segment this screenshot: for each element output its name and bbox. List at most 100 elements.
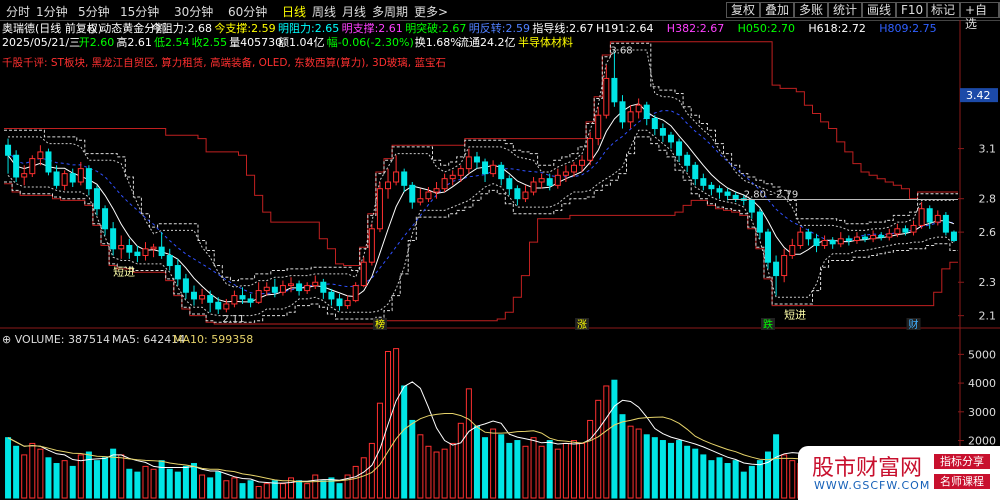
candle-body: [385, 181, 392, 190]
candle-body: [579, 159, 586, 166]
volume-bar: [579, 442, 586, 499]
candle-body: [473, 156, 480, 163]
candle-body: [102, 208, 109, 230]
candle-body: [53, 171, 60, 186]
volume-bar: [562, 442, 569, 499]
volume-bar: [69, 465, 76, 499]
volume-bar: [417, 434, 424, 499]
candle-body: [166, 255, 173, 267]
volume-bar: [53, 463, 60, 499]
volume-ma10: MA10: 599358: [173, 333, 253, 346]
candle-body: [756, 211, 763, 233]
volume-bar: [263, 483, 270, 499]
candle-body: [845, 238, 852, 241]
candle-body: [263, 286, 270, 292]
candle-body: [514, 188, 521, 200]
candle-body: [724, 191, 731, 196]
band-lower-inner: [7, 129, 955, 317]
candle-body: [530, 181, 537, 193]
price-tick-label-1: 2.3: [979, 276, 997, 289]
volume-bar: [659, 440, 666, 499]
volume-bar: [506, 442, 513, 499]
kline-chart[interactable]: 奥瑞德(日线 前复权)◎ 动态黄金分割今阻力:2.68 今支撑:2.59 明阻力:2…: [0, 0, 1000, 500]
candle-body: [360, 261, 367, 287]
watermark-logo: 股市财富网 WWW.GSCFW.COM 指标分享 名师课程: [798, 446, 1000, 500]
volume-bar: [110, 448, 117, 499]
candle-body: [199, 295, 206, 300]
volume-bar: [522, 445, 529, 499]
candle-body: [676, 141, 683, 156]
candle-body: [554, 174, 561, 186]
candle-body: [942, 214, 949, 233]
quote-item-8: 换1.68%: [415, 35, 461, 49]
candle-body: [821, 239, 828, 246]
candle-body: [886, 233, 893, 238]
volume-bar: [789, 460, 796, 499]
candle-body: [870, 234, 877, 240]
candle-body: [279, 285, 286, 293]
candle-body: [457, 168, 464, 176]
candle-body: [110, 228, 117, 250]
candle-body: [288, 283, 295, 287]
quote-item-10: 半导体材料: [518, 35, 573, 49]
candle-body: [5, 144, 12, 156]
volume-bar: [142, 465, 149, 499]
candle-body: [684, 154, 691, 166]
volume-bar: [748, 465, 755, 499]
candle-body: [368, 228, 375, 263]
volume-bar: [336, 483, 343, 499]
candle-body: [215, 301, 222, 310]
volume-bar: [570, 440, 577, 499]
volume-bar: [667, 442, 674, 499]
volume-bar: [360, 457, 367, 499]
candle-body: [93, 188, 100, 210]
volume-bar: [312, 474, 319, 499]
price-tick-label-4: 3.1: [979, 143, 997, 156]
channel-upper: [4, 41, 958, 266]
candle-body: [522, 191, 529, 200]
volume-bar: [223, 480, 230, 499]
watermark-title: 股市财富网: [812, 456, 923, 481]
candle-body: [700, 178, 707, 186]
volume-bar: [554, 448, 561, 499]
volume-bar: [498, 434, 505, 499]
volume-bar: [5, 437, 12, 499]
candle-body: [417, 198, 424, 203]
high-label: 3.68: [610, 46, 632, 57]
volume-bar: [773, 434, 780, 499]
volume-bar: [231, 477, 238, 499]
quote-item-1: 开2.60: [79, 36, 115, 49]
volume-bar: [465, 388, 472, 499]
candle-body: [789, 244, 796, 257]
quote-item-4: 收2.55: [192, 35, 228, 49]
volume-bar: [619, 414, 626, 499]
volume-bar: [732, 460, 739, 499]
volume-bar: [207, 477, 214, 499]
volume-bar: [740, 471, 747, 499]
volume-bar: [538, 445, 545, 499]
candle-body: [910, 224, 917, 233]
candle-body: [134, 251, 141, 257]
volume-bar: [296, 480, 303, 499]
volume-bar: [401, 385, 408, 499]
volume-bar: [457, 422, 464, 499]
header-item-11: H050:2.70: [738, 22, 795, 35]
header-item-12: H618:2.72: [808, 22, 865, 35]
candle-body: [344, 300, 351, 307]
volume-bar: [700, 454, 707, 499]
volume-bar: [433, 451, 440, 499]
volume-bar: [603, 385, 610, 499]
candle-body: [651, 118, 658, 130]
candle-body: [182, 278, 189, 293]
candle-body: [805, 231, 812, 240]
volume-bar: [174, 471, 181, 499]
candle-body: [328, 291, 335, 300]
quote-item-7: 幅-0.06(-2.30%): [327, 36, 414, 49]
band-lower-outer: [4, 136, 958, 323]
candle-body: [765, 231, 772, 263]
volume-bar: [716, 457, 723, 499]
volume-bar: [29, 442, 36, 499]
volume-bar: [643, 434, 650, 499]
candle-body: [611, 77, 618, 103]
volume-bar: [150, 468, 157, 499]
